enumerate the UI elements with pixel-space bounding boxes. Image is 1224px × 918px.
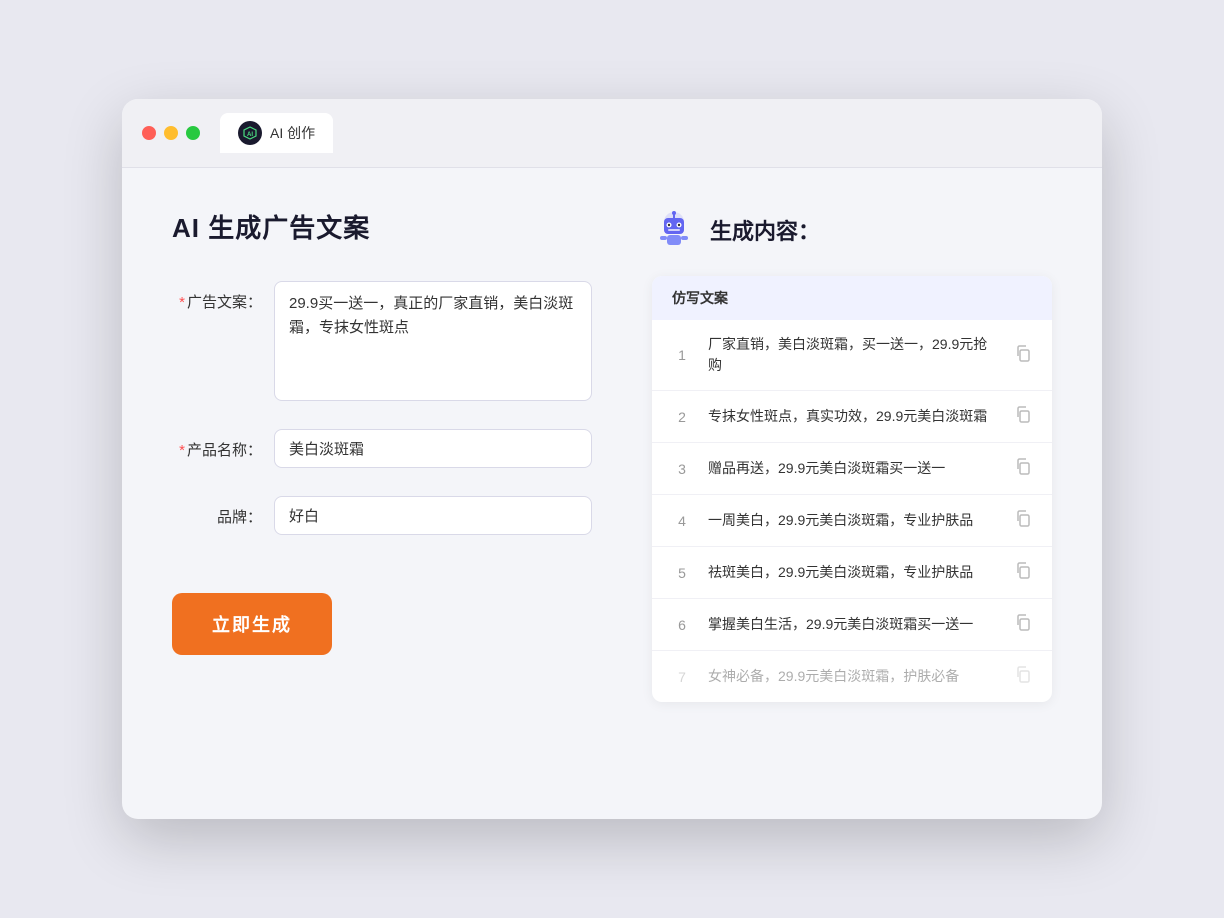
row-number-4: 4 — [672, 513, 692, 529]
result-row-1: 1 厂家直销，美白淡斑霜，买一送一，29.9元抢购 — [652, 320, 1052, 391]
row-text-5: 祛斑美白，29.9元美白淡斑霜，专业护肤品 — [708, 562, 998, 583]
ai-tab-icon: AI — [238, 121, 262, 145]
row-number-1: 1 — [672, 347, 692, 363]
product-name-input[interactable] — [274, 429, 592, 468]
left-panel: AI 生成广告文案 *广告文案： 29.9买一送一，真正的厂家直销，美白淡斑霜，… — [172, 208, 592, 702]
copy-button-2[interactable] — [1014, 405, 1032, 428]
brand-row: 品牌： — [172, 496, 592, 535]
result-row-5: 5 祛斑美白，29.9元美白淡斑霜，专业护肤品 — [652, 547, 1052, 599]
row-number-2: 2 — [672, 409, 692, 425]
copy-button-1[interactable] — [1014, 344, 1032, 367]
table-header: 仿写文案 — [652, 276, 1052, 320]
required-star: * — [179, 294, 185, 311]
titlebar: AI AI 创作 — [122, 99, 1102, 168]
row-number-6: 6 — [672, 617, 692, 633]
copy-button-7[interactable] — [1014, 665, 1032, 688]
browser-tab[interactable]: AI AI 创作 — [220, 113, 333, 153]
required-star-2: * — [179, 442, 185, 459]
row-number-5: 5 — [672, 565, 692, 581]
result-row-6: 6 掌握美白生活，29.9元美白淡斑霜买一送一 — [652, 599, 1052, 651]
row-text-6: 掌握美白生活，29.9元美白淡斑霜买一送一 — [708, 614, 998, 635]
browser-window: AI AI 创作 AI 生成广告文案 *广告文案： 29.9买一送一，真正的厂家… — [122, 99, 1102, 819]
right-panel: 生成内容： 仿写文案 1 厂家直销，美白淡斑霜，买一送一，29.9元抢购 2 专抹女… — [652, 208, 1052, 702]
ad-copy-textarea[interactable]: 29.9买一送一，真正的厂家直销，美白淡斑霜，专抹女性斑点 — [274, 281, 592, 401]
ad-copy-label: *广告文案： — [172, 281, 262, 312]
main-content: AI 生成广告文案 *广告文案： 29.9买一送一，真正的厂家直销，美白淡斑霜，… — [122, 168, 1102, 742]
tab-label: AI 创作 — [270, 123, 315, 143]
maximize-button[interactable] — [186, 126, 200, 140]
row-text-3: 赠品再送，29.9元美白淡斑霜买一送一 — [708, 458, 998, 479]
copy-button-4[interactable] — [1014, 509, 1032, 532]
generate-button[interactable]: 立即生成 — [172, 593, 332, 655]
row-number-3: 3 — [672, 461, 692, 477]
result-row-2: 2 专抹女性斑点，真实功效，29.9元美白淡斑霜 — [652, 391, 1052, 443]
svg-text:AI: AI — [247, 132, 253, 138]
minimize-button[interactable] — [164, 126, 178, 140]
right-title: 生成内容： — [710, 214, 820, 246]
result-row-4: 4 一周美白，29.9元美白淡斑霜，专业护肤品 — [652, 495, 1052, 547]
page-title: AI 生成广告文案 — [172, 208, 592, 245]
close-button[interactable] — [142, 126, 156, 140]
ad-copy-row: *广告文案： 29.9买一送一，真正的厂家直销，美白淡斑霜，专抹女性斑点 — [172, 281, 592, 401]
copy-button-5[interactable] — [1014, 561, 1032, 584]
product-name-row: *产品名称： — [172, 429, 592, 468]
result-row-3: 3 赠品再送，29.9元美白淡斑霜买一送一 — [652, 443, 1052, 495]
results-container: 1 厂家直销，美白淡斑霜，买一送一，29.9元抢购 2 专抹女性斑点，真实功效，29… — [652, 320, 1052, 702]
row-text-2: 专抹女性斑点，真实功效，29.9元美白淡斑霜 — [708, 406, 998, 427]
results-table: 仿写文案 1 厂家直销，美白淡斑霜，买一送一，29.9元抢购 2 专抹女性斑点，真实… — [652, 276, 1052, 702]
robot-icon — [652, 208, 696, 252]
copy-button-6[interactable] — [1014, 613, 1032, 636]
row-text-1: 厂家直销，美白淡斑霜，买一送一，29.9元抢购 — [708, 334, 998, 376]
traffic-lights — [142, 126, 200, 140]
row-number-7: 7 — [672, 669, 692, 685]
result-row-7: 7 女神必备，29.9元美白淡斑霜，护肤必备 — [652, 651, 1052, 702]
copy-button-3[interactable] — [1014, 457, 1032, 480]
right-header: 生成内容： — [652, 208, 1052, 252]
product-name-label: *产品名称： — [172, 429, 262, 460]
brand-input[interactable] — [274, 496, 592, 535]
row-text-4: 一周美白，29.9元美白淡斑霜，专业护肤品 — [708, 510, 998, 531]
brand-label: 品牌： — [172, 496, 262, 527]
row-text-7: 女神必备，29.9元美白淡斑霜，护肤必备 — [708, 666, 998, 687]
